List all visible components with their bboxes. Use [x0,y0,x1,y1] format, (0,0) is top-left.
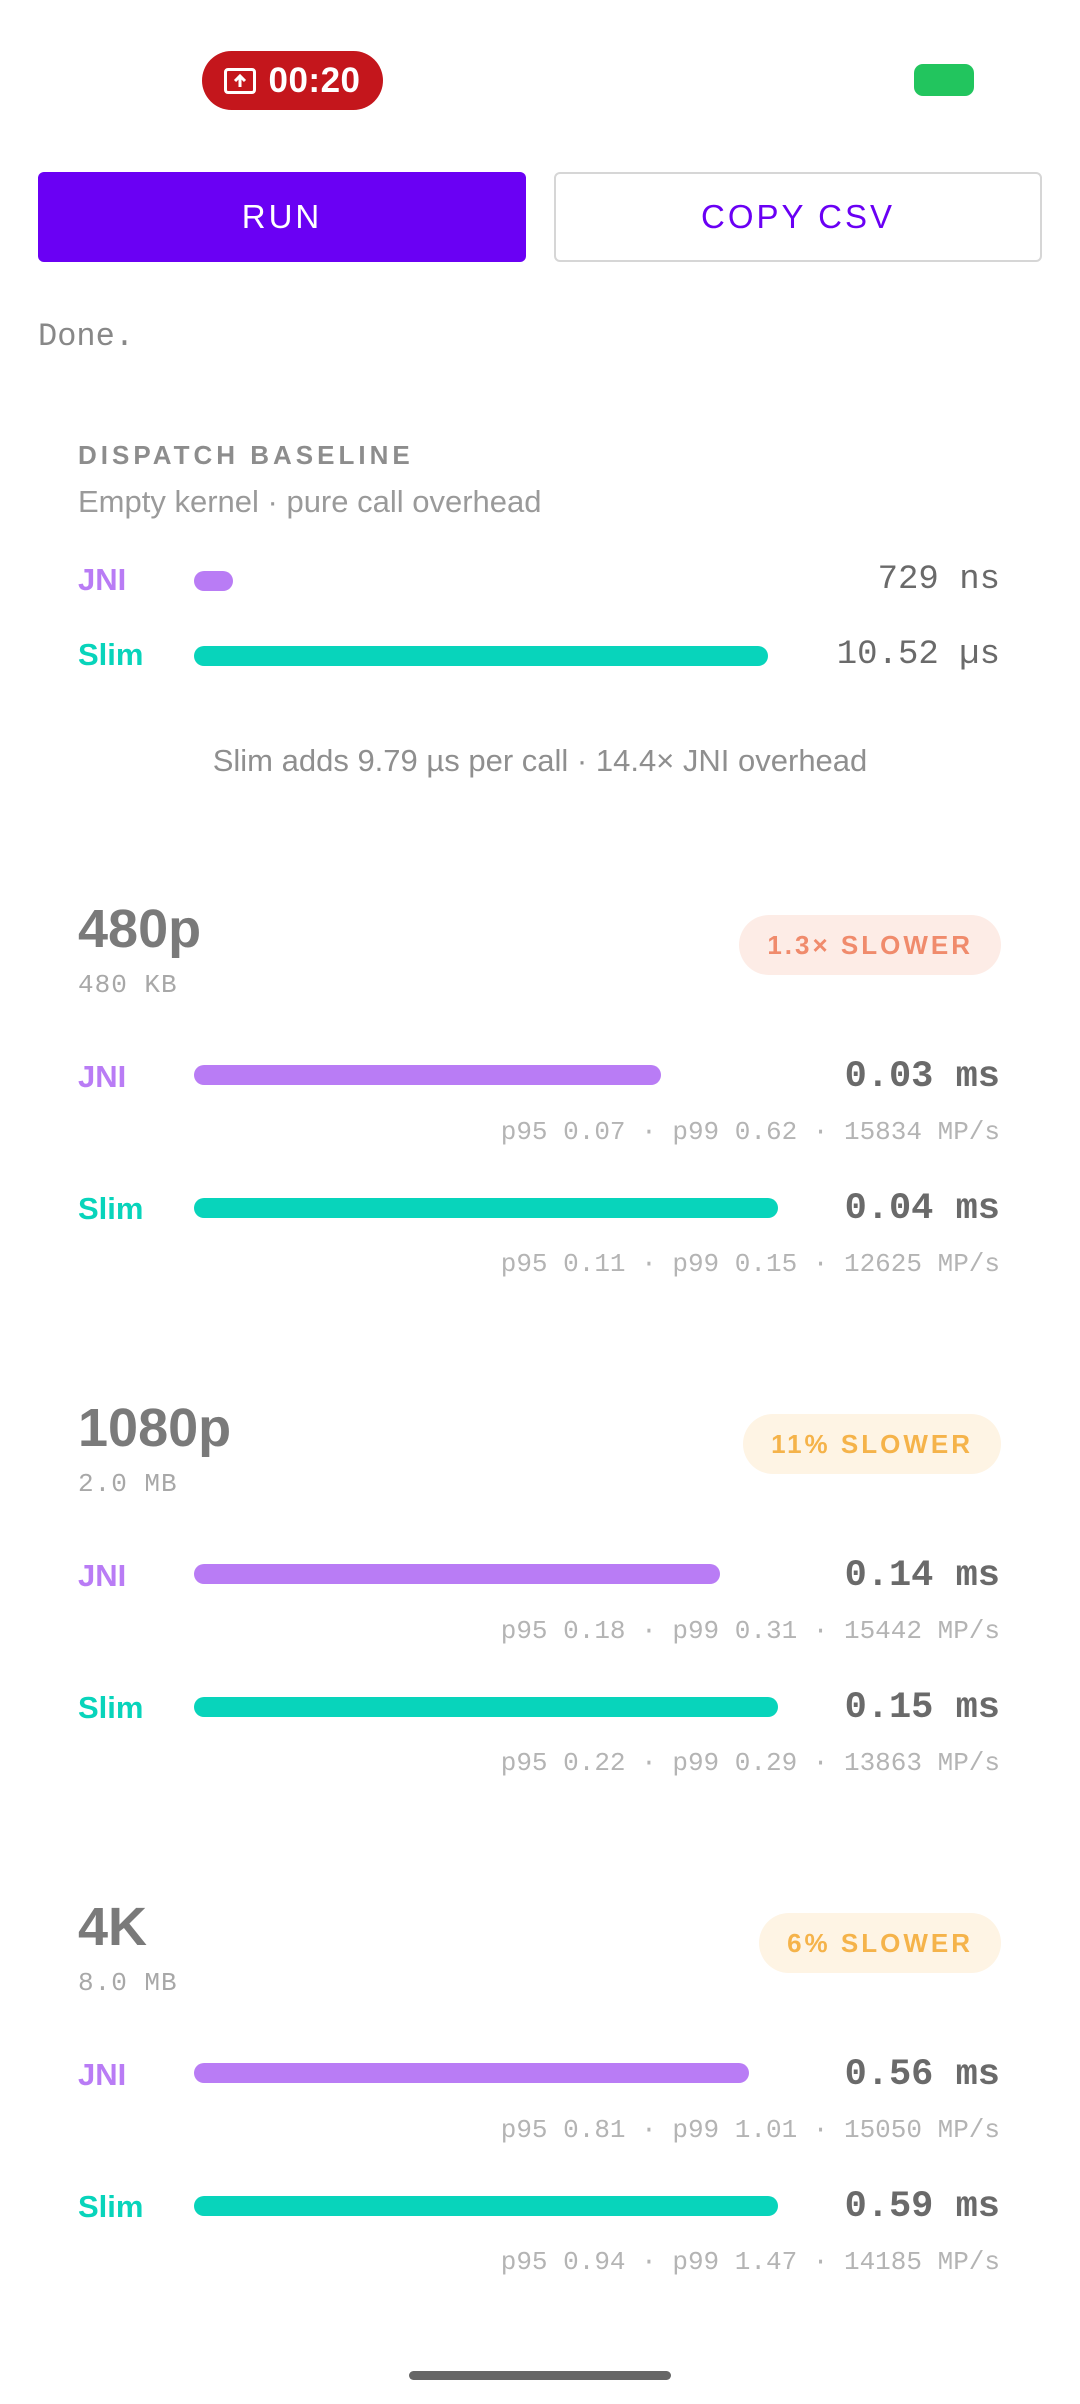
slim-label: Slim [78,1191,144,1226]
slowdown-badge: 6% SLOWER [759,1913,1001,1973]
slim-value: 10.52 µs [836,636,1000,674]
section-label: DISPATCH BASELINE [78,440,414,470]
home-indicator[interactable] [409,2371,671,2380]
slim-value: 0.04 ms [844,1188,1000,1230]
slim-label: Slim [78,637,144,672]
jni-label: JNI [78,1558,127,1593]
slim-stats: p95 0.94 · p99 1.47 · 14185 MP/s [500,2247,1000,2277]
slim-label: Slim [78,2189,144,2224]
slim-bar [194,2196,778,2216]
resolution-title: 1080p [78,1398,232,1458]
slim-value: 0.59 ms [844,2186,1000,2228]
section-subtitle: Empty kernel · pure call overhead [78,484,542,519]
resolution-size: 2.0 MB [78,1469,178,1499]
slowdown-badge: 11% SLOWER [743,1414,1001,1474]
resolution-title: 480p [78,899,202,959]
record-time: 00:20 [268,60,361,100]
jni-value: 0.14 ms [844,1555,1000,1597]
resolution-title: 4K [78,1897,148,1957]
status-text: Done. [38,318,135,355]
resolution-size: 480 KB [78,970,178,1000]
slim-stats: p95 0.11 · p99 0.15 · 12625 MP/s [500,1249,1000,1279]
slim-bar [194,1198,778,1218]
jni-stats: p95 0.81 · p99 1.01 · 15050 MP/s [500,2115,1000,2145]
jni-value: 729 ns [877,561,1000,599]
copy-csv-button[interactable]: COPY CSV [554,172,1042,262]
slim-bar [194,1697,778,1717]
jni-value: 0.03 ms [844,1056,1000,1098]
slim-stats: p95 0.22 · p99 0.29 · 13863 MP/s [500,1748,1000,1778]
jni-bar [194,571,233,591]
jni-stats: p95 0.07 · p99 0.62 · 15834 MP/s [500,1117,1000,1147]
slim-label: Slim [78,1690,144,1725]
slowdown-badge: 1.3× SLOWER [739,915,1001,975]
jni-label: JNI [78,2057,127,2092]
run-button[interactable]: RUN [38,172,526,262]
jni-bar [194,1564,720,1584]
jni-bar [194,2063,749,2083]
jni-stats: p95 0.18 · p99 0.31 · 15442 MP/s [500,1616,1000,1646]
slim-bar [194,646,768,666]
slim-value: 0.15 ms [844,1687,1000,1729]
baseline-summary: Slim adds 9.79 µs per call · 14.4× JNI o… [212,743,868,778]
jni-label: JNI [78,562,127,597]
screen-record-indicator[interactable]: 00:20 [202,51,383,110]
jni-value: 0.56 ms [844,2054,1000,2096]
jni-bar [194,1065,661,1085]
battery-icon [914,64,974,96]
jni-label: JNI [78,1059,127,1094]
resolution-size: 8.0 MB [78,1968,178,1998]
screen-record-icon [224,67,257,94]
